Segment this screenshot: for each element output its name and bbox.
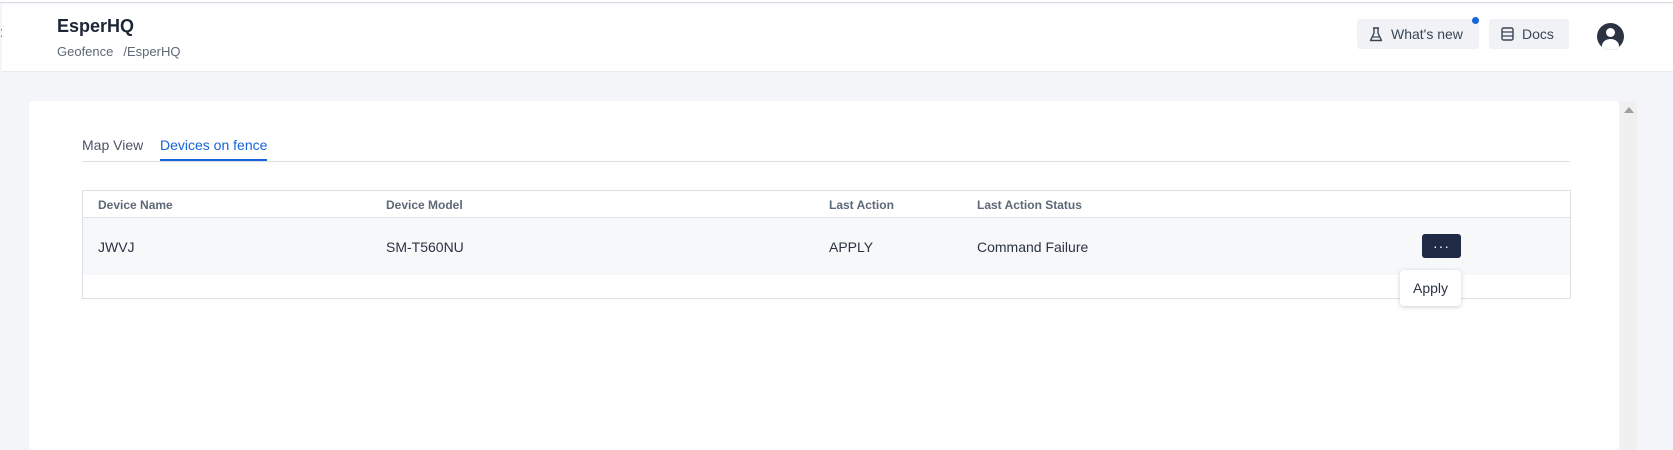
table-row: JWVJ SM-T560NU APPLY Command Failure ··· <box>83 218 1570 275</box>
whats-new-button[interactable]: What's new <box>1357 19 1479 49</box>
breadcrumb-geofence[interactable]: Geofence <box>57 44 113 59</box>
notification-dot <box>1472 17 1479 24</box>
column-header-last-action-status: Last Action Status <box>977 198 1082 212</box>
row-action-menu: Apply <box>1400 270 1461 306</box>
tab-map-view[interactable]: Map View <box>82 137 143 159</box>
cell-device-model: SM-T560NU <box>386 239 464 255</box>
tab-devices-on-fence[interactable]: Devices on fence <box>160 137 268 161</box>
cell-last-action: APPLY <box>829 239 874 255</box>
column-header-device-name: Device Name <box>98 198 173 212</box>
cell-last-action-status: Command Failure <box>977 239 1089 255</box>
breadcrumb: Geofence /EsperHQ <box>57 44 180 59</box>
window-top-border <box>0 0 1673 3</box>
whats-new-label: What's new <box>1391 26 1463 42</box>
breadcrumb-current: /EsperHQ <box>123 44 181 59</box>
table-header: Device Name Device Model Last Action Las… <box>83 191 1570 218</box>
column-header-device-model: Device Model <box>386 198 463 212</box>
page-title: EsperHQ <box>57 16 135 36</box>
docs-button[interactable]: Docs <box>1489 19 1569 49</box>
more-horizontal-icon: ··· <box>1433 238 1450 254</box>
docs-label: Docs <box>1522 26 1554 42</box>
flask-icon <box>1369 26 1383 42</box>
vertical-scrollbar[interactable] <box>1620 101 1637 450</box>
column-header-last-action: Last Action <box>829 198 894 212</box>
row-actions-button[interactable]: ··· <box>1422 234 1461 258</box>
user-avatar-icon[interactable] <box>1597 23 1624 50</box>
devices-table: Device Name Device Model Last Action Las… <box>82 190 1571 299</box>
docs-icon <box>1501 27 1514 41</box>
view-tabs: Map View Devices on fence <box>82 130 1570 162</box>
menu-item-apply[interactable]: Apply <box>1413 280 1448 296</box>
scroll-up-arrow-icon[interactable] <box>1624 107 1634 113</box>
cell-device-name: JWVJ <box>98 239 135 255</box>
